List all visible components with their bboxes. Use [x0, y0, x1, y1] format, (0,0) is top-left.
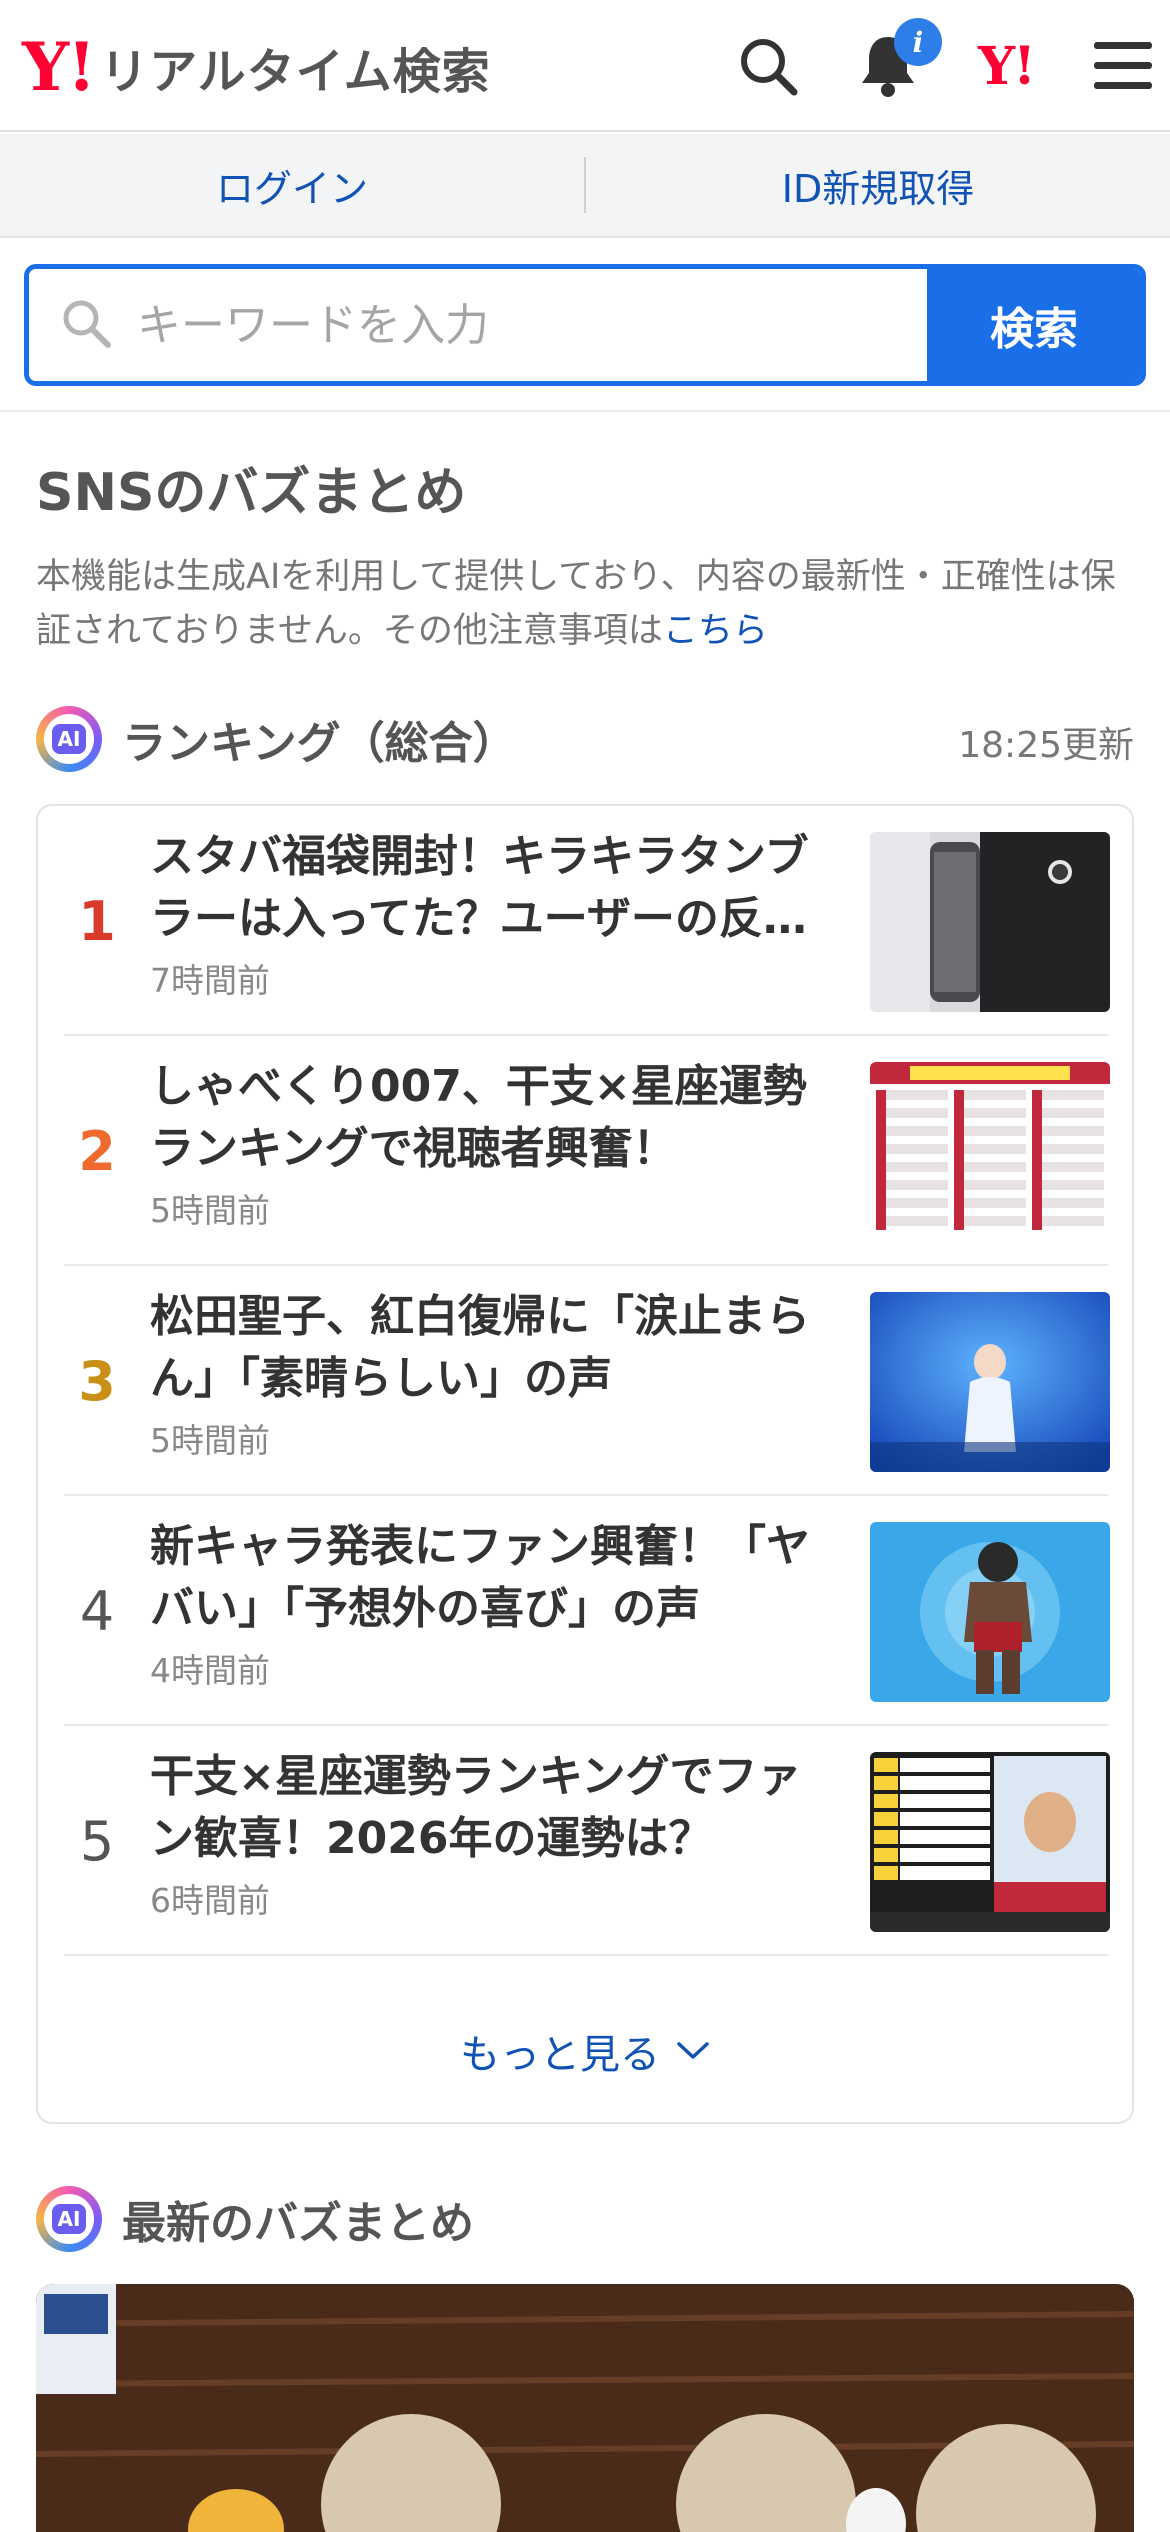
item-title: 新キャラ発表にファン興奮！「ヤバい」「予想外の喜び」の声 — [150, 1521, 810, 1634]
item-thumbnail — [870, 1292, 1110, 1472]
ai-icon: AI — [36, 706, 102, 772]
search-icon[interactable] — [730, 28, 806, 104]
ranking-card: 1 スタバ福袋開封！キラキラタンブラーは入ってた？ユーザーの反… 7時間前 2 … — [36, 804, 1134, 2124]
app-header: Y! リアルタイム検索 i Y! — [0, 0, 1170, 132]
rank-number: 1 — [78, 889, 116, 953]
item-time: 5時間前 — [150, 1191, 270, 1230]
ranking-title: ランキング（総合） — [122, 718, 517, 769]
login-link[interactable]: ログイン — [0, 134, 584, 236]
section-divider — [0, 410, 1170, 412]
search-field[interactable] — [29, 269, 927, 381]
yahoo-mark: Y! — [978, 35, 1036, 97]
chevron-down-icon — [677, 2042, 709, 2059]
rank-number: 2 — [78, 1119, 116, 1183]
item-title: 干支×星座運勢ランキングでファン歓喜！2026年の運勢は？ — [150, 1751, 802, 1864]
rank-number: 3 — [78, 1349, 116, 1413]
notification-bell-icon[interactable]: i — [850, 18, 942, 104]
item-time: 5時間前 — [150, 1421, 270, 1460]
ai-notice: 本機能は生成AIを利用して提供しており、内容の最新性・正確性は保証されておりませ… — [36, 550, 1136, 658]
ranking-item[interactable]: 1 スタバ福袋開封！キラキラタンブラーは入ってた？ユーザーの反… 7時間前 — [64, 806, 1110, 1036]
logo-text: リアルタイム検索 — [100, 44, 491, 100]
item-thumbnail — [870, 1062, 1110, 1242]
latest-title: 最新のバズまとめ — [122, 2198, 474, 2249]
hamburger-menu-icon[interactable] — [1085, 28, 1161, 104]
updated-time: 18:25更新 — [958, 725, 1134, 766]
notification-badge: i — [894, 18, 942, 66]
ai-badge-text: AI — [51, 724, 87, 754]
item-time: 4時間前 — [150, 1651, 270, 1690]
search-input[interactable] — [137, 299, 927, 351]
ai-badge-text: AI — [51, 2204, 87, 2234]
search-field-icon — [59, 296, 113, 354]
ranking-item[interactable]: 3 松田聖子、紅白復帰に「涙止まらん」「素晴らしい」の声 5時間前 — [64, 1266, 1110, 1496]
item-thumbnail — [870, 1752, 1110, 1932]
more-button[interactable]: もっと見る — [38, 1996, 1132, 2106]
notice-link[interactable]: こちら — [663, 611, 768, 651]
ai-icon: AI — [36, 2186, 102, 2252]
rank-number: 4 — [79, 1579, 115, 1643]
ranking-header: AI ランキング（総合） — [36, 706, 517, 772]
section-title: SNSのバズまとめ — [36, 463, 467, 523]
search-button[interactable]: 検索 — [927, 269, 1141, 381]
notice-text: 本機能は生成AIを利用して提供しており、内容の最新性・正確性は保証されておりませ… — [36, 557, 1116, 651]
more-label: もっと見る — [460, 2032, 660, 2078]
ranking-item[interactable]: 2 しゃべくり007、干支×星座運勢ランキングで視聴者興奮！ 5時間前 — [64, 1036, 1110, 1266]
item-thumbnail — [870, 832, 1110, 1012]
item-title: スタバ福袋開封！キラキラタンブラーは入ってた？ユーザーの反… — [150, 831, 809, 944]
yahoo-home-icon[interactable]: Y! — [968, 28, 1044, 104]
item-title: 松田聖子、紅白復帰に「涙止まらん」「素晴らしい」の声 — [150, 1291, 810, 1404]
item-time: 7時間前 — [150, 961, 270, 1000]
item-thumbnail — [870, 1522, 1110, 1702]
ranking-item[interactable]: 5 干支×星座運勢ランキングでファン歓喜！2026年の運勢は？ 6時間前 — [64, 1726, 1110, 1956]
register-link[interactable]: ID新規取得 — [586, 134, 1170, 236]
item-title: しゃべくり007、干支×星座運勢ランキングで視聴者興奮！ — [150, 1061, 807, 1174]
login-bar: ログイン ID新規取得 — [0, 134, 1170, 238]
logo-mark: Y! — [22, 28, 96, 106]
ranking-item[interactable]: 4 新キャラ発表にファン興奮！「ヤバい」「予想外の喜び」の声 4時間前 — [64, 1496, 1110, 1726]
item-time: 6時間前 — [150, 1881, 270, 1920]
latest-feature-image[interactable] — [36, 2284, 1134, 2532]
yahoo-realtime-logo[interactable]: Y! リアルタイム検索 — [22, 32, 491, 102]
search-bar: 検索 — [24, 264, 1146, 386]
rank-number: 5 — [79, 1809, 115, 1873]
latest-header: AI 最新のバズまとめ — [36, 2186, 474, 2252]
